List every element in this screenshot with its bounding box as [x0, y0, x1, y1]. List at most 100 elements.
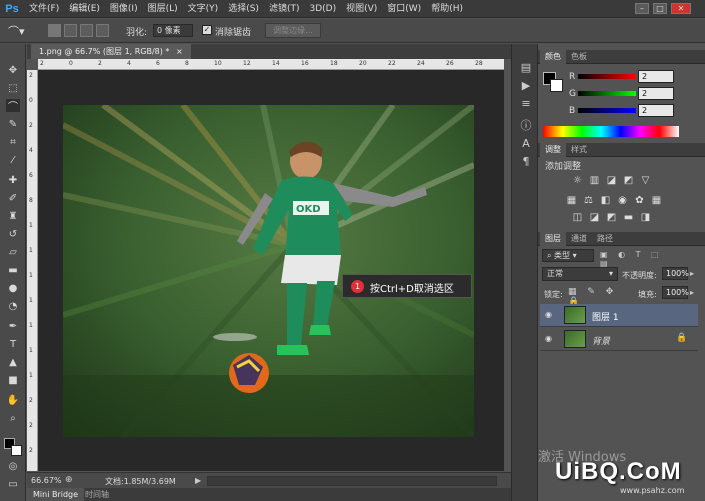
lasso-preset-icon[interactable]: ⌒▾ — [8, 23, 36, 38]
refine-edge-button[interactable]: 调整边缘... — [265, 23, 321, 38]
subtract-selection-icon[interactable] — [80, 24, 93, 37]
lasso-tool-icon[interactable]: ⌒ — [6, 99, 20, 113]
fill-arrow-icon[interactable]: ▸ — [690, 288, 694, 297]
clone-stamp-tool-icon[interactable]: ♜ — [6, 210, 20, 223]
layer-row-background[interactable]: ◉ 背景 🔒 — [540, 328, 698, 351]
r-value-input[interactable]: 2 — [638, 70, 674, 83]
menu-file[interactable]: 文件(F) — [24, 0, 64, 18]
paragraph-panel-icon[interactable]: ¶ — [519, 154, 533, 168]
info-panel-icon[interactable]: ⓘ — [519, 118, 533, 132]
layer-filter-select[interactable]: ⌕ 类型 ▾ — [542, 249, 594, 262]
b-slider[interactable] — [578, 108, 636, 113]
vibrance-icon[interactable]: ▽ — [640, 175, 651, 186]
menu-select[interactable]: 选择(S) — [223, 0, 264, 18]
background-color-swatch[interactable] — [11, 445, 22, 456]
color-spectrum-bar[interactable] — [543, 126, 679, 137]
eraser-tool-icon[interactable]: ▱ — [6, 246, 20, 259]
menu-edit[interactable]: 编辑(E) — [64, 0, 105, 18]
color-lookup-icon[interactable]: ▦ — [651, 195, 662, 206]
screen-mode-icon[interactable]: ▭ — [6, 478, 20, 491]
document-tab[interactable]: 1.png @ 66.7% (图层 1, RGB/8) * × — [31, 44, 191, 59]
opacity-arrow-icon[interactable]: ▸ — [690, 269, 694, 278]
menu-help[interactable]: 帮助(H) — [426, 0, 468, 18]
tab-adjustments[interactable]: 调整 — [540, 143, 566, 157]
menu-layer[interactable]: 图层(L) — [143, 0, 183, 18]
menu-image[interactable]: 图像(I) — [105, 0, 143, 18]
posterize-icon[interactable]: ◪ — [589, 212, 600, 223]
channel-mixer-icon[interactable]: ✿ — [634, 195, 645, 206]
canvas-area[interactable]: OKD 1 按Ctrl+D取消选区 — [38, 70, 504, 471]
rectangle-tool-icon[interactable]: ■ — [6, 374, 20, 387]
brush-tool-icon[interactable]: ✐ — [6, 192, 20, 205]
exposure-icon[interactable]: ◩ — [623, 175, 634, 186]
new-selection-icon[interactable] — [48, 24, 61, 37]
feather-input[interactable]: 0 像素 — [153, 24, 193, 37]
antialias-checkbox[interactable]: ✓ — [202, 25, 212, 35]
menu-window[interactable]: 窗口(W) — [382, 0, 426, 18]
history-panel-icon[interactable]: ▤ — [519, 60, 533, 74]
close-tab-icon[interactable]: × — [176, 47, 183, 56]
gradient-tool-icon[interactable]: ▬ — [6, 264, 20, 277]
layer-name[interactable]: 背景 — [592, 334, 610, 347]
menu-3d[interactable]: 3D(D) — [304, 0, 341, 18]
add-selection-icon[interactable] — [64, 24, 77, 37]
photo-filter-icon[interactable]: ◉ — [617, 195, 628, 206]
zoom-level[interactable]: 66.67% — [31, 476, 62, 485]
color-background-swatch[interactable] — [550, 79, 563, 92]
black-white-icon[interactable]: ◧ — [600, 195, 611, 206]
tab-timeline[interactable]: 时间轴 — [79, 488, 115, 501]
threshold-icon[interactable]: ◩ — [606, 212, 617, 223]
tab-color[interactable]: 颜色 — [540, 50, 566, 64]
tab-mini-bridge[interactable]: Mini Bridge — [27, 488, 85, 501]
pen-tool-icon[interactable]: ✒ — [6, 320, 20, 333]
path-selection-tool-icon[interactable]: ▲ — [6, 356, 20, 369]
share-icon[interactable]: ⊕ — [65, 475, 73, 485]
status-menu-arrow-icon[interactable]: ▶ — [195, 476, 201, 485]
horizontal-scrollbar[interactable] — [207, 476, 497, 486]
soccer-boy-photo[interactable]: OKD — [63, 105, 474, 437]
brightness-contrast-icon[interactable]: ☼ — [572, 175, 583, 186]
opacity-input[interactable]: 100% — [662, 267, 689, 280]
fill-input[interactable]: 100% — [662, 286, 689, 299]
curves-icon[interactable]: ◪ — [606, 175, 617, 186]
eye-icon[interactable]: ◉ — [545, 334, 556, 343]
layer-filter-icons[interactable]: ▣ ◐ T ⬚ ▤ — [600, 250, 678, 268]
layer-row-layer1[interactable]: ◉ 图层 1 — [540, 304, 698, 327]
selective-color-icon[interactable]: ◨ — [640, 212, 651, 223]
marquee-tool-icon[interactable]: ⬚ — [6, 82, 20, 95]
actions-panel-icon[interactable]: ▶ — [519, 78, 533, 92]
invert-icon[interactable]: ◫ — [572, 212, 583, 223]
tab-styles[interactable]: 样式 — [566, 143, 592, 157]
tab-channels[interactable]: 通道 — [566, 232, 592, 246]
minimize-button[interactable]: – — [635, 3, 649, 14]
r-slider[interactable] — [578, 74, 636, 79]
blur-tool-icon[interactable]: ● — [6, 282, 20, 295]
blend-mode-select[interactable]: 正常 ▾ — [542, 267, 618, 281]
g-slider[interactable] — [578, 91, 636, 96]
move-tool-icon[interactable]: ✥ — [6, 64, 20, 77]
color-balance-icon[interactable]: ⚖ — [583, 195, 594, 206]
type-tool-icon[interactable]: T — [6, 338, 20, 351]
lock-icons[interactable]: ▦ ✎ ✥ 🔒 — [568, 287, 624, 307]
history-brush-tool-icon[interactable]: ↺ — [6, 228, 20, 241]
menu-view[interactable]: 视图(V) — [341, 0, 382, 18]
crop-tool-icon[interactable]: ⌗ — [6, 136, 20, 149]
eyedropper-tool-icon[interactable]: ⁄ — [6, 154, 20, 167]
g-value-input[interactable]: 2 — [638, 87, 674, 100]
menu-type[interactable]: 文字(Y) — [183, 0, 224, 18]
hue-saturation-icon[interactable]: ▦ — [566, 195, 577, 206]
quick-selection-tool-icon[interactable]: ✎ — [6, 118, 20, 131]
maximize-button[interactable]: □ — [653, 3, 667, 14]
layer-name[interactable]: 图层 1 — [592, 310, 619, 323]
b-value-input[interactable]: 2 — [638, 104, 674, 117]
dodge-tool-icon[interactable]: ◔ — [6, 300, 20, 313]
levels-icon[interactable]: ▥ — [589, 175, 600, 186]
tab-layers[interactable]: 图层 — [540, 232, 566, 246]
properties-panel-icon[interactable]: ≡ — [519, 96, 533, 110]
healing-brush-tool-icon[interactable]: ✚ — [6, 174, 20, 187]
quick-mask-icon[interactable]: ◎ — [6, 460, 20, 473]
tab-paths[interactable]: 路径 — [592, 232, 618, 246]
eye-icon[interactable]: ◉ — [545, 310, 556, 319]
close-button[interactable]: ✕ — [671, 3, 691, 14]
menu-filter[interactable]: 滤镜(T) — [264, 0, 305, 18]
